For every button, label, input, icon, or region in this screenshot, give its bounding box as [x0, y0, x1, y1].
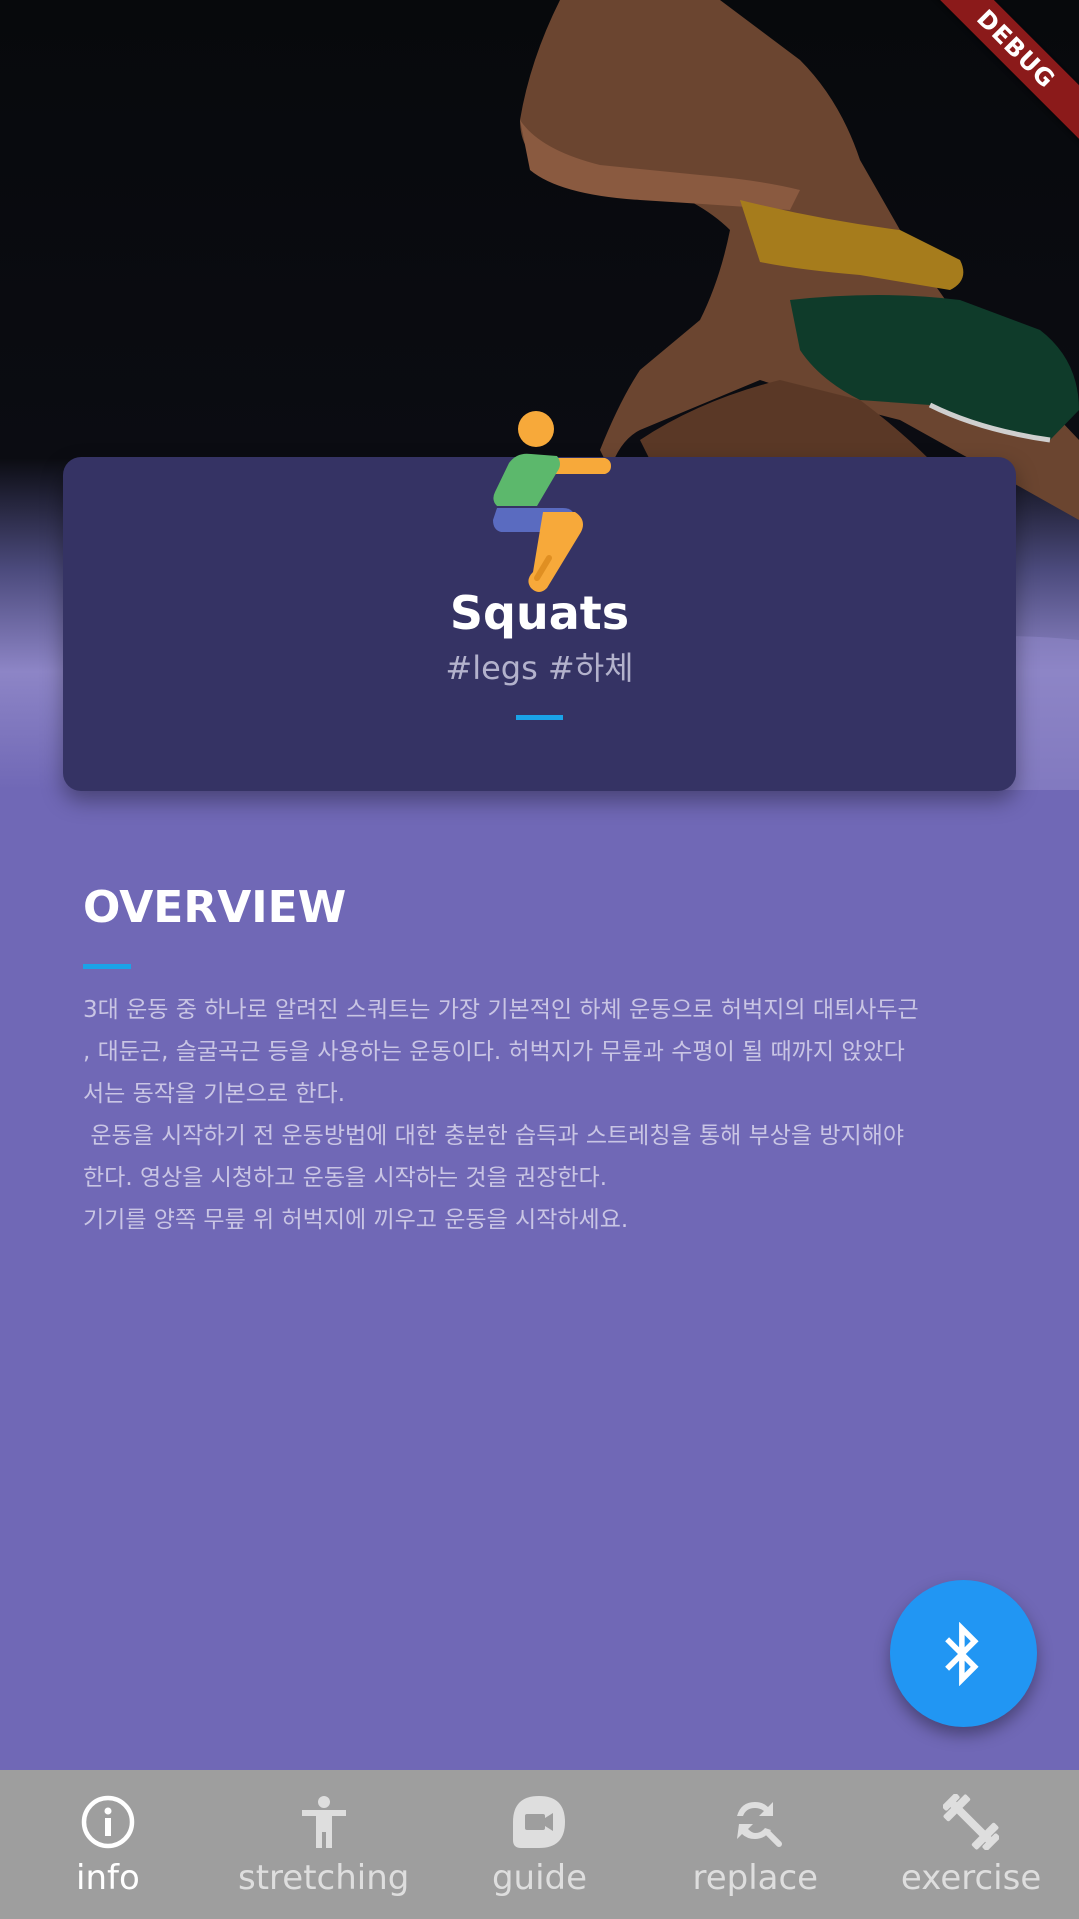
bluetooth-icon	[944, 1621, 979, 1686]
title-accent-line	[516, 715, 563, 720]
exercise-title: Squats	[449, 586, 630, 640]
accessibility-icon	[301, 1796, 346, 1848]
overview-accent-line	[83, 964, 131, 969]
nav-item-stretching[interactable]: stretching	[216, 1770, 432, 1919]
bluetooth-button[interactable]	[890, 1580, 1037, 1727]
nav-label-replace: replace	[692, 1858, 819, 1898]
overview-description: 3대 운동 중 하나로 알려진 스쿼트는 가장 기본적인 하체 운동으로 허벅지…	[83, 997, 919, 1233]
exercise-tags: #legs #하체	[445, 649, 634, 687]
nav-label-info: info	[76, 1858, 140, 1898]
bottom-navigation: info stretching guide replace exercise	[0, 1770, 1079, 1919]
nav-item-replace[interactable]: replace	[647, 1770, 863, 1919]
squat-icon	[493, 411, 611, 592]
info-icon	[81, 1795, 135, 1849]
video-icon	[513, 1796, 566, 1848]
nav-label-guide: guide	[491, 1858, 588, 1898]
dumbbell-icon	[943, 1794, 1000, 1850]
nav-item-guide[interactable]: guide	[432, 1770, 648, 1919]
overview-heading: OVERVIEW	[83, 882, 347, 933]
nav-label-exercise: exercise	[900, 1858, 1042, 1898]
nav-label-stretching: stretching	[238, 1858, 410, 1898]
find-replace-icon	[737, 1802, 783, 1847]
nav-item-exercise[interactable]: exercise	[863, 1770, 1079, 1919]
nav-item-info[interactable]: info	[0, 1770, 216, 1919]
